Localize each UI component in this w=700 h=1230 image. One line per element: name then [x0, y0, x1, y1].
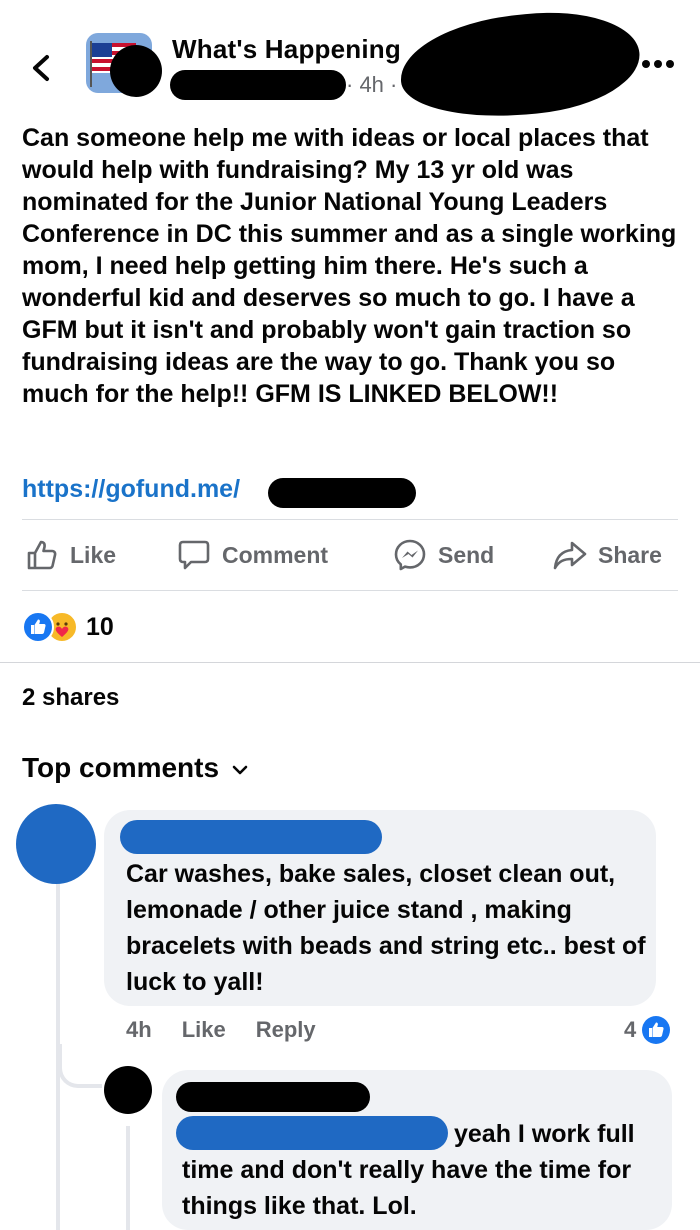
group-name[interactable]: What's Happening: [172, 34, 401, 65]
gofundme-link[interactable]: https://gofund.me/: [22, 475, 240, 504]
reply-avatar[interactable]: [104, 1066, 152, 1114]
reaction-summary[interactable]: 10: [22, 610, 114, 644]
comment-bubble-icon: [178, 540, 210, 570]
like-button[interactable]: Like: [24, 532, 116, 578]
share-label: Share: [598, 541, 662, 568]
poster-name-redaction: [170, 70, 346, 100]
post-timestamp[interactable]: · 4h ·: [346, 72, 397, 98]
send-label: Send: [438, 541, 495, 568]
like-reaction-icon: [642, 1016, 671, 1044]
share-button[interactable]: Share: [552, 532, 662, 578]
comment-reply-button[interactable]: Reply: [256, 1017, 316, 1043]
reply-connector: [58, 1044, 102, 1088]
comment-time[interactable]: 4h: [126, 1017, 152, 1043]
commenter-name-redaction: [120, 820, 382, 854]
divider: [22, 590, 678, 591]
reply-text-continued: time and don't really have the time for …: [182, 1156, 632, 1220]
like-reaction-icon: [22, 611, 54, 643]
messenger-icon: [394, 539, 426, 571]
comment-like-count: 4: [624, 1017, 637, 1042]
reply-name-redaction: [176, 1082, 370, 1112]
poster-avatar[interactable]: [110, 45, 162, 97]
commenter-avatar[interactable]: [16, 804, 96, 884]
post-text: Can someone help me with ideas or local …: [22, 124, 677, 408]
comment-meta: 4h Like Reply: [126, 1014, 316, 1046]
comment-sort-label: Top comments: [22, 752, 220, 783]
like-label: Like: [70, 541, 117, 568]
chevron-left-icon: [33, 55, 49, 81]
reply-text: yeah I work full: [454, 1120, 635, 1148]
chevron-down-icon: [232, 765, 248, 775]
share-arrow-icon: [553, 541, 587, 570]
link-redaction: [268, 478, 416, 508]
comment-like-button[interactable]: Like: [182, 1017, 226, 1043]
shares-count[interactable]: 2 shares: [22, 684, 119, 712]
thumbs-up-icon: [27, 540, 57, 570]
more-options-button[interactable]: [638, 52, 678, 76]
comment-sort-dropdown[interactable]: Top comments: [22, 752, 251, 784]
reply-thread-line: [126, 1126, 130, 1230]
section-divider: [0, 662, 700, 663]
comment-label: Comment: [222, 541, 329, 568]
comment-reaction-count[interactable]: 4: [624, 1014, 671, 1046]
comment-button[interactable]: Comment: [176, 532, 328, 578]
redaction-blob: [395, 2, 645, 128]
reply-mention-redaction: [176, 1116, 448, 1150]
back-button[interactable]: [22, 48, 62, 88]
comment-text: Car washes, bake sales, closet clean out…: [126, 860, 646, 996]
more-dots-icon: [642, 60, 674, 68]
divider: [22, 519, 678, 520]
send-button[interactable]: Send: [392, 532, 494, 578]
reaction-count: 10: [86, 612, 114, 641]
